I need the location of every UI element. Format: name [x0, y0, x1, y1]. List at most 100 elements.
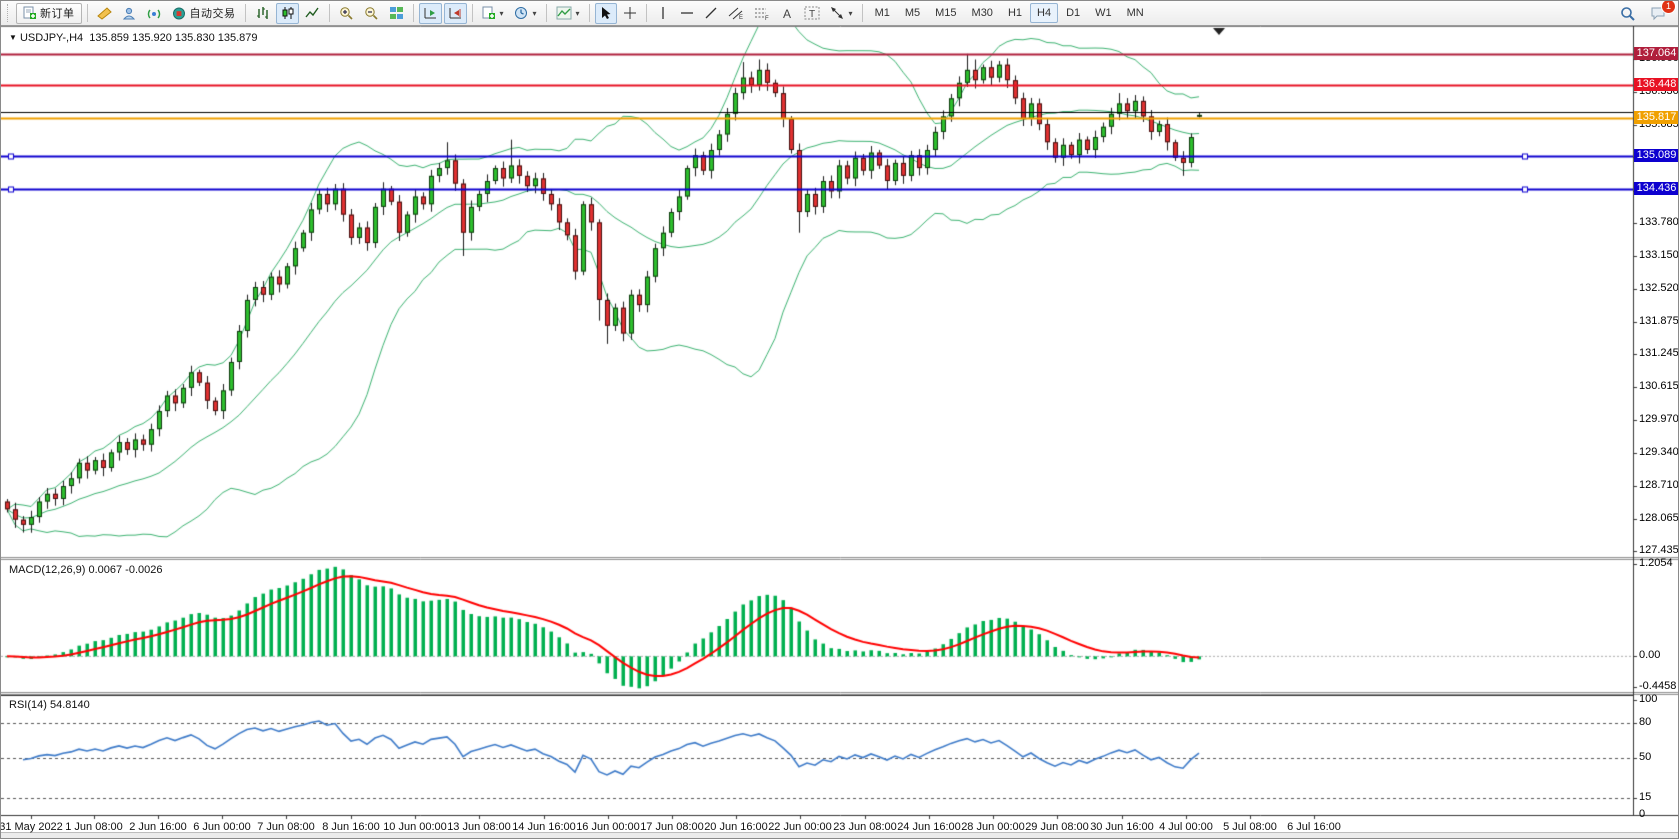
price-level-tag[interactable]: 136.448: [1634, 78, 1679, 91]
timeframe-button-m30[interactable]: M30: [965, 3, 1000, 23]
person-icon: [122, 7, 137, 20]
timeframe-button-mn[interactable]: MN: [1120, 3, 1151, 23]
toolbar-separator: [329, 4, 330, 22]
channel-icon: E: [728, 6, 744, 20]
timeframe-button-m1[interactable]: M1: [868, 3, 897, 23]
wedge-icon: [97, 7, 112, 20]
svg-text:A: A: [783, 7, 791, 20]
crosshair-button[interactable]: [619, 3, 641, 24]
time-axis-label: 29 Jun 08:00: [1025, 821, 1089, 833]
symbol-dropdown-icon[interactable]: ▼: [9, 33, 17, 42]
auto-trading-icon: [172, 7, 187, 20]
macd-values: 0.0067 -0.0026: [88, 564, 162, 576]
horizontal-line-icon: [680, 8, 694, 18]
chart-canvas[interactable]: [1, 26, 1679, 839]
auto-scroll-icon: [423, 6, 438, 20]
macd-indicator-label: MACD(12,26,9) 0.0067 -0.0026: [9, 564, 163, 576]
price-axis-tick: 130.615: [1639, 380, 1679, 392]
new-chart-button[interactable]: ▾: [478, 3, 508, 24]
timeframe-button-m5[interactable]: M5: [898, 3, 927, 23]
vertical-line-icon: [658, 6, 668, 20]
timeframe-button-h4[interactable]: H4: [1030, 3, 1058, 23]
auto-trading-label: 自动交易: [190, 5, 236, 21]
fibonacci-button[interactable]: F: [750, 3, 774, 24]
trendline-button[interactable]: [700, 3, 722, 24]
timeframe-button-d1[interactable]: D1: [1059, 3, 1087, 23]
line-chart-type-button[interactable]: [301, 3, 324, 24]
arrows-button[interactable]: ▾: [826, 3, 857, 24]
toolbar-separator: [646, 4, 647, 22]
candlestick-type-button[interactable]: [276, 3, 299, 24]
indicators-button[interactable]: ▾: [552, 3, 584, 24]
time-axis-label: 6 Jul 16:00: [1287, 821, 1341, 833]
time-axis-label: 10 Jun 00:00: [383, 821, 447, 833]
price-level-tag[interactable]: 134.436: [1634, 182, 1679, 195]
broadcast-icon: [147, 7, 162, 20]
timeframe-button-w1[interactable]: W1: [1088, 3, 1119, 23]
svg-text:F: F: [765, 16, 769, 20]
price-level-tag[interactable]: 137.064: [1634, 47, 1679, 60]
bar-chart-type-button[interactable]: [251, 3, 274, 24]
rsi-indicator-label: RSI(14) 54.8140: [9, 699, 90, 711]
history-center-button[interactable]: [93, 3, 116, 24]
rsi-axis-tick: 0: [1639, 808, 1645, 820]
line-chart-icon: [305, 6, 320, 20]
indicators-icon: [556, 6, 572, 20]
timeframe-button-h1[interactable]: H1: [1001, 3, 1029, 23]
text-label-button[interactable]: T: [800, 3, 824, 24]
toolbar-separator: [862, 4, 863, 22]
trendline-icon: [704, 6, 718, 20]
zoom-in-button[interactable]: [335, 3, 358, 24]
macd-axis-tick: -0.4458: [1639, 680, 1676, 692]
auto-scroll-button[interactable]: [419, 3, 442, 24]
tile-windows-button[interactable]: [385, 3, 408, 24]
notifications-button[interactable]: 1: [1646, 3, 1670, 24]
horizontal-line-button[interactable]: [676, 3, 698, 24]
price-level-tag[interactable]: 135.089: [1634, 149, 1679, 162]
new-order-label: 新订单: [40, 5, 75, 21]
text-button[interactable]: A: [776, 3, 798, 24]
accounts-button[interactable]: [118, 3, 141, 24]
dropdown-arrow-icon: ▾: [533, 9, 537, 18]
price-level-tag[interactable]: 135.817: [1634, 111, 1679, 124]
text-label-icon: T: [804, 6, 820, 20]
cursor-button[interactable]: [595, 3, 617, 24]
time-axis-label: 7 Jun 08:00: [257, 821, 315, 833]
new-chart-icon: [482, 6, 496, 20]
new-order-button[interactable]: 新订单: [16, 3, 82, 24]
bar-chart-icon: [255, 6, 270, 20]
ohlc-values: 135.859 135.920 135.830 135.879: [89, 32, 257, 44]
cursor-arrow-icon: [599, 6, 612, 20]
time-axis-label: 22 Jun 00:00: [768, 821, 832, 833]
time-axis-label: 31 May 2022: [0, 821, 63, 833]
time-axis-label: 23 Jun 08:00: [833, 821, 897, 833]
zoom-in-icon: [339, 6, 354, 20]
toolbar-separator: [87, 4, 88, 22]
time-axis-label: 5 Jul 08:00: [1223, 821, 1277, 833]
chart-area: ▼ USDJPY-,H4 135.859 135.920 135.830 135…: [1, 26, 1679, 839]
broadcast-button[interactable]: [143, 3, 166, 24]
price-axis-tick: 132.520: [1639, 282, 1679, 294]
rsi-axis-tick: 100: [1639, 693, 1657, 705]
time-axis-label: 2 Jun 16:00: [129, 821, 187, 833]
candlestick-icon: [280, 6, 295, 20]
price-axis-tick: 129.340: [1639, 446, 1679, 458]
macd-name: MACD(12,26,9): [9, 564, 85, 576]
time-axis-label: 14 Jun 16:00: [512, 821, 576, 833]
price-axis-tick: 127.435: [1639, 544, 1679, 556]
time-axis-label: 13 Jun 08:00: [447, 821, 511, 833]
fibonacci-icon: F: [754, 6, 770, 20]
mt4-window: 新订单 自动交易: [0, 0, 1679, 839]
dropdown-arrow-icon: ▾: [500, 9, 504, 18]
text-a-icon: A: [781, 6, 793, 20]
auto-trading-button[interactable]: 自动交易: [168, 3, 240, 24]
chart-shift-button[interactable]: [444, 3, 467, 24]
zoom-out-button[interactable]: [360, 3, 383, 24]
bottom-window-edge: [1, 832, 1679, 839]
equidistant-channel-button[interactable]: E: [724, 3, 748, 24]
search-button[interactable]: [1616, 3, 1640, 24]
timeframe-button-m15[interactable]: M15: [928, 3, 963, 23]
profiles-button[interactable]: ▾: [510, 3, 541, 24]
vertical-line-button[interactable]: [652, 3, 674, 24]
tile-windows-icon: [389, 6, 404, 20]
